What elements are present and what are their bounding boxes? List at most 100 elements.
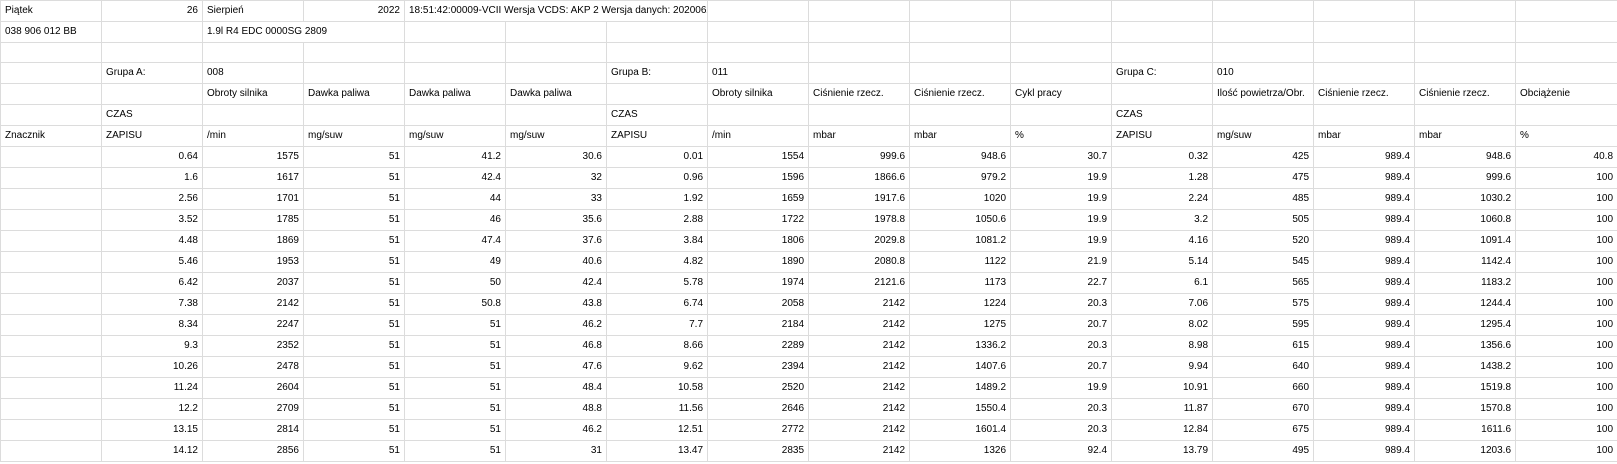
table-cell[interactable]: Dawka paliwa [303,83,405,105]
table-cell[interactable] [1111,42,1214,63]
table-cell[interactable]: 989.4 [1313,314,1416,336]
table-cell[interactable] [1515,42,1617,63]
table-cell[interactable]: 51 [303,356,405,378]
table-cell[interactable] [1212,21,1315,43]
table-cell[interactable]: 2835 [707,440,810,462]
table-cell[interactable]: 999.6 [808,146,911,168]
table-cell[interactable]: 475 [1212,167,1315,189]
table-cell[interactable]: 2352 [202,335,304,357]
table-cell[interactable]: 1570.8 [1414,398,1517,420]
table-cell[interactable]: 12.51 [605,419,709,441]
table-cell[interactable]: 8.98 [1111,335,1214,357]
table-cell[interactable]: 979.2 [909,167,1012,189]
table-cell[interactable] [1212,104,1315,126]
table-cell[interactable]: 20.3 [1010,419,1113,441]
table-cell[interactable]: 1438.2 [1414,356,1517,378]
table-cell[interactable] [909,62,1012,84]
table-cell[interactable] [1010,104,1113,126]
table-cell[interactable]: 46 [404,209,506,231]
table-cell[interactable] [1010,0,1113,22]
table-cell[interactable]: mg/suw [505,125,607,147]
table-cell[interactable] [0,167,102,189]
table-cell[interactable]: 1060.8 [1414,209,1517,231]
table-cell[interactable]: 19.9 [1010,230,1113,252]
table-cell[interactable]: 51 [303,440,405,462]
table-cell[interactable]: 9.62 [605,356,709,378]
table-cell[interactable]: 1122 [909,251,1012,273]
table-cell[interactable]: 30.6 [505,146,607,168]
table-cell[interactable]: Sierpień [202,0,304,22]
table-cell[interactable]: 1326 [909,440,1012,462]
table-cell[interactable]: 9.94 [1111,356,1214,378]
table-cell[interactable]: ZAPISU [101,125,203,147]
table-cell[interactable]: mbar [909,125,1012,147]
table-cell[interactable]: Obciążenie [1515,83,1617,105]
table-cell[interactable]: 989.4 [1313,293,1416,315]
table-cell[interactable]: 989.4 [1313,146,1416,168]
table-cell[interactable]: 19.9 [1010,209,1113,231]
table-cell[interactable] [1313,21,1416,43]
table-cell[interactable] [808,104,911,126]
table-cell[interactable] [404,104,506,126]
table-cell[interactable]: 1224 [909,293,1012,315]
table-cell[interactable]: 49 [404,251,506,273]
table-cell[interactable]: 48.4 [505,377,607,399]
table-cell[interactable]: 51 [303,188,405,210]
table-cell[interactable]: 100 [1515,251,1617,273]
table-cell[interactable]: 660 [1212,377,1315,399]
table-cell[interactable]: 20.3 [1010,335,1113,357]
table-cell[interactable]: 1244.4 [1414,293,1517,315]
table-cell[interactable]: Cykl pracy [1010,83,1113,105]
table-cell[interactable]: mg/suw [404,125,506,147]
table-cell[interactable]: mbar [1414,125,1517,147]
table-cell[interactable]: mg/suw [303,125,405,147]
table-cell[interactable]: 92.4 [1010,440,1113,462]
table-cell[interactable]: 2142 [808,293,911,315]
table-cell[interactable]: 2604 [202,377,304,399]
table-cell[interactable]: 2478 [202,356,304,378]
table-cell[interactable]: 2.56 [101,188,203,210]
table-cell[interactable]: % [1515,125,1617,147]
table-cell[interactable]: 989.4 [1313,251,1416,273]
table-cell[interactable]: 520 [1212,230,1315,252]
table-cell[interactable]: Ciśnienie rzecz. [808,83,911,105]
table-cell[interactable]: 31 [505,440,607,462]
table-cell[interactable]: CZAS [605,104,709,126]
table-cell[interactable]: 670 [1212,398,1315,420]
table-cell[interactable]: 495 [1212,440,1315,462]
table-cell[interactable]: 4.48 [101,230,203,252]
table-cell[interactable]: 1866.6 [808,167,911,189]
table-cell[interactable]: 1050.6 [909,209,1012,231]
table-cell[interactable] [1313,42,1416,63]
table-cell[interactable]: 42.4 [404,167,506,189]
table-cell[interactable] [202,42,304,63]
table-cell[interactable] [0,62,102,84]
table-cell[interactable]: 2184 [707,314,810,336]
table-cell[interactable]: 46.2 [505,419,607,441]
table-cell[interactable]: 595 [1212,314,1315,336]
table-cell[interactable]: 989.4 [1313,335,1416,357]
table-cell[interactable]: 2142 [808,419,911,441]
table-cell[interactable] [1111,0,1214,22]
table-cell[interactable]: CZAS [1111,104,1214,126]
table-cell[interactable]: 989.4 [1313,440,1416,462]
table-cell[interactable]: 26 [101,0,203,22]
table-cell[interactable] [707,21,810,43]
table-cell[interactable]: 565 [1212,272,1315,294]
table-cell[interactable]: 1356.6 [1414,335,1517,357]
table-cell[interactable] [303,104,405,126]
table-cell[interactable]: 7.7 [605,314,709,336]
table-cell[interactable]: Ciśnienie rzecz. [1313,83,1416,105]
table-cell[interactable] [0,209,102,231]
table-cell[interactable]: 9.3 [101,335,203,357]
table-cell[interactable]: 8.66 [605,335,709,357]
table-cell[interactable]: 47.4 [404,230,506,252]
table-cell[interactable]: 51 [404,356,506,378]
table-cell[interactable]: 10.58 [605,377,709,399]
table-cell[interactable]: 2142 [808,440,911,462]
table-cell[interactable]: 100 [1515,314,1617,336]
table-cell[interactable] [1313,0,1416,22]
table-cell[interactable] [707,0,810,22]
table-cell[interactable]: 100 [1515,440,1617,462]
table-cell[interactable]: 30.7 [1010,146,1113,168]
